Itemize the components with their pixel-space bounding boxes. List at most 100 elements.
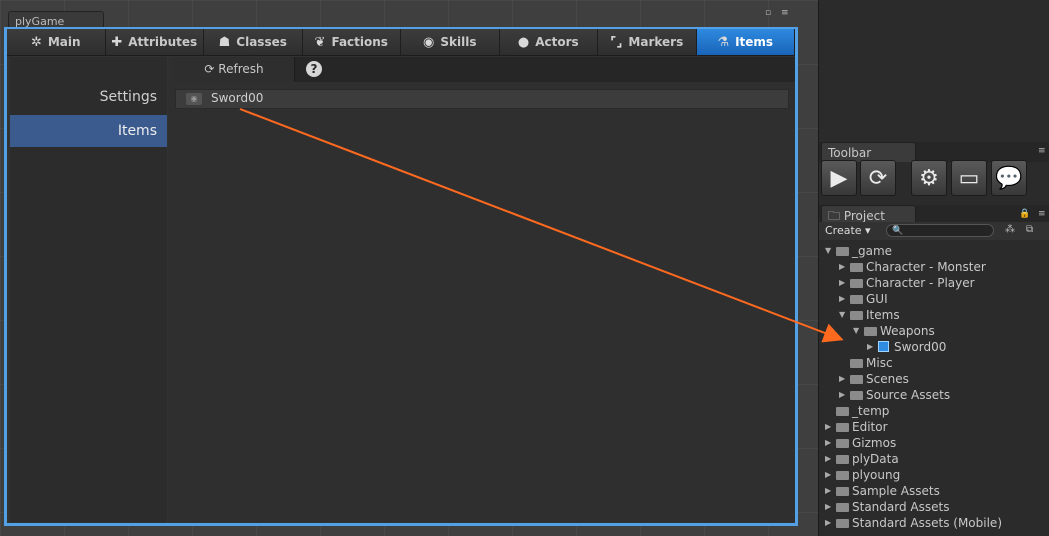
list-item[interactable]: ◉ Sword00 <box>175 89 789 109</box>
tree-item-folder[interactable]: ▶ Sample Assets <box>819 483 1049 499</box>
collapsed-arrow-icon[interactable]: ▶ <box>825 435 831 451</box>
collapsed-arrow-icon[interactable]: ▶ <box>825 483 831 499</box>
tree-item-label: Character - Player <box>866 276 975 290</box>
markers-icon: ⌜⌟ <box>610 34 623 50</box>
tree-item-folder[interactable]: ▶ Character - Monster <box>819 259 1049 275</box>
items-content <box>168 57 795 522</box>
sidebar-item-items[interactable]: Items <box>10 115 167 147</box>
tab-items[interactable]: ⚗ Items <box>696 29 795 55</box>
tree-item-folder[interactable]: ▶ Standard Assets <box>819 499 1049 515</box>
tab-actors[interactable]: ● Actors <box>499 29 598 55</box>
tree-item-label: Source Assets <box>866 388 951 402</box>
collapsed-arrow-icon[interactable]: ▶ <box>839 275 845 291</box>
tab-label: Actors <box>535 35 579 49</box>
folder-icon <box>836 407 849 416</box>
collapsed-arrow-icon[interactable]: ▶ <box>825 451 831 467</box>
window-menu-icon[interactable]: ≡ <box>781 8 789 18</box>
tree-item-folder[interactable]: ▶ Scenes <box>819 371 1049 387</box>
maximize-icon[interactable]: ▫ <box>765 8 771 18</box>
tab-label: Factions <box>331 35 388 49</box>
tree-item-folder[interactable]: ▶ GUI <box>819 291 1049 307</box>
collapsed-arrow-icon[interactable]: ▶ <box>825 467 831 483</box>
collapsed-arrow-icon[interactable]: ▶ <box>839 291 845 307</box>
folder-icon <box>836 471 849 480</box>
tree-item-label: Scenes <box>866 372 909 386</box>
toolbar-panel-tab[interactable]: Toolbar <box>821 142 916 162</box>
collapsed-arrow-icon[interactable]: ▶ <box>825 419 831 435</box>
expanded-arrow-icon[interactable]: ▼ <box>839 307 845 323</box>
tree-item-folder[interactable]: ▶ Editor <box>819 419 1049 435</box>
tree-item-folder[interactable]: Misc <box>819 355 1049 371</box>
tree-item-label: GUI <box>866 292 888 306</box>
tab-markers[interactable]: ⌜⌟ Markers <box>598 29 697 55</box>
tab-label: Markers <box>628 35 684 49</box>
tab-skills[interactable]: ◉ Skills <box>401 29 500 55</box>
project-panel-title: Project <box>843 209 885 223</box>
tree-item-folder[interactable]: _temp <box>819 403 1049 419</box>
sidebar-item-settings[interactable]: Settings <box>10 81 167 113</box>
expanded-arrow-icon[interactable]: ▼ <box>825 243 831 259</box>
toolbar-panel-title: Toolbar <box>828 146 872 160</box>
collapsed-arrow-icon[interactable]: ▶ <box>867 339 873 355</box>
head-icon: ● <box>517 34 530 50</box>
monitor-icon: ▭ <box>958 166 980 191</box>
filter-type-icon[interactable]: ⁂ <box>1005 224 1015 235</box>
folder-icon <box>836 455 849 464</box>
tree-item-folder[interactable]: ▼ Weapons <box>819 323 1049 339</box>
tab-factions[interactable]: ❦ Factions <box>302 29 401 55</box>
tree-item-label: Standard Assets (Mobile) <box>852 516 1002 530</box>
tree-item-label: Standard Assets <box>852 500 950 514</box>
tree-item-folder[interactable]: ▶ plyData <box>819 451 1049 467</box>
collapsed-arrow-icon[interactable]: ▶ <box>839 259 845 275</box>
flask-icon: ⚗ <box>717 34 730 50</box>
tag-icon[interactable]: ⧉ <box>1026 224 1033 235</box>
help-icon[interactable]: ? <box>306 61 322 77</box>
tree-item-folder[interactable]: ▶ Source Assets <box>819 387 1049 403</box>
chat-icon: 💬 <box>995 166 1023 191</box>
search-input[interactable]: 🔍 <box>886 224 994 237</box>
collapsed-arrow-icon[interactable]: ▶ <box>839 371 845 387</box>
monitor-button[interactable]: ▭ <box>951 160 987 196</box>
refresh-icon: ⟳ <box>204 62 215 76</box>
expanded-arrow-icon[interactable]: ▼ <box>853 323 859 339</box>
project-panel-menu-icon[interactable]: ≡ <box>1038 209 1046 219</box>
settings-button[interactable]: ⚙ <box>911 160 947 196</box>
refresh-button[interactable]: ⟳ Refresh <box>174 57 295 82</box>
tree-item-label: Sword00 <box>894 340 947 354</box>
tab-classes[interactable]: ☗ Classes <box>204 29 303 55</box>
collapsed-arrow-icon[interactable]: ▶ <box>839 387 845 403</box>
refresh-icon: ⟳ <box>868 166 888 191</box>
collapsed-arrow-icon[interactable]: ▶ <box>825 515 831 531</box>
folder-icon <box>850 375 863 384</box>
folder-icon <box>836 439 849 448</box>
toolbar-panel-menu-icon[interactable]: ≡ <box>1038 146 1046 156</box>
tree-item-folder[interactable]: ▼ Items <box>819 307 1049 323</box>
tree-item-folder[interactable]: ▶ plyoung <box>819 467 1049 483</box>
tab-attributes[interactable]: ✚ Attributes <box>105 29 204 55</box>
create-button[interactable]: Create ▾ <box>825 222 871 240</box>
folder-icon <box>836 503 849 512</box>
prefab-cube-icon <box>878 341 889 352</box>
collapsed-arrow-icon[interactable]: ▶ <box>825 499 831 515</box>
tree-item-folder[interactable]: ▶ Gizmos <box>819 435 1049 451</box>
folder-icon <box>864 327 877 336</box>
refresh-tool-button[interactable]: ⟳ <box>860 160 896 196</box>
tree-item-label: Gizmos <box>852 436 897 450</box>
tree-item-prefab[interactable]: ▶ Sword00 <box>819 339 1049 355</box>
tab-main[interactable]: ✲ Main <box>7 29 106 55</box>
play-button[interactable]: ▶ <box>821 160 857 196</box>
tree-item-label: Items <box>866 308 900 322</box>
tree-item-folder[interactable]: ▼ _game <box>819 243 1049 259</box>
plygame-tabbar: ✲ Main ✚ Attributes ☗ Classes ❦ Factions ◉ Sk… <box>7 29 795 56</box>
chat-button[interactable]: 💬 <box>991 160 1027 196</box>
tree-item-folder[interactable]: ▶ Standard Assets (Mobile) <box>819 515 1049 531</box>
refresh-label: Refresh <box>218 62 264 76</box>
folder-icon <box>836 423 849 432</box>
lock-icon[interactable]: 🔒 <box>1019 209 1030 219</box>
tree-item-label: plyoung <box>852 468 901 482</box>
folder-icon <box>850 391 863 400</box>
gear-icon: ⚙ <box>919 166 939 191</box>
folder-icon <box>836 487 849 496</box>
tree-item-label: Sample Assets <box>852 484 940 498</box>
tree-item-folder[interactable]: ▶ Character - Player <box>819 275 1049 291</box>
